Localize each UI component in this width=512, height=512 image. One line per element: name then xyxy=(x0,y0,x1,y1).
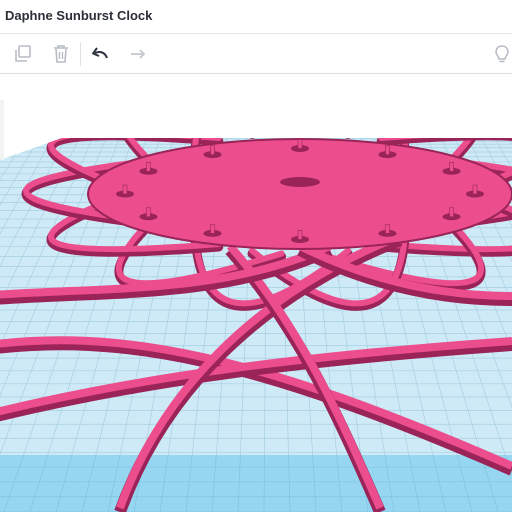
copy-button[interactable] xyxy=(9,40,37,68)
lightbulb-icon xyxy=(495,45,509,63)
hour-marker-post xyxy=(385,224,390,234)
hour-marker-post xyxy=(472,184,478,195)
undo-button[interactable] xyxy=(86,40,114,68)
redo-button[interactable] xyxy=(124,40,152,68)
grid-edge xyxy=(0,455,512,512)
design-title[interactable]: Daphne Sunburst Clock xyxy=(5,8,152,23)
trash-icon xyxy=(54,45,68,63)
hour-marker-post xyxy=(146,207,151,218)
hour-marker-post xyxy=(449,161,454,172)
title-bar: Daphne Sunburst Clock xyxy=(0,0,512,34)
copy-icon xyxy=(15,45,31,62)
hour-marker-post xyxy=(146,161,151,172)
3d-scene[interactable] xyxy=(0,75,512,512)
hour-marker-post xyxy=(297,230,303,240)
view-cube-edge xyxy=(0,100,4,160)
ray-arch xyxy=(192,138,351,149)
delete-button[interactable] xyxy=(47,40,75,68)
hour-marker-post xyxy=(122,184,128,195)
edit-toolbar xyxy=(0,34,512,74)
light-button[interactable] xyxy=(488,40,512,68)
hour-marker-post xyxy=(210,145,215,155)
hour-marker-post xyxy=(297,139,303,149)
hour-marker-post xyxy=(210,224,215,234)
center-hole xyxy=(280,177,320,187)
redo-icon xyxy=(131,49,145,59)
hour-marker-post xyxy=(449,207,454,218)
hour-marker-post xyxy=(385,145,390,155)
ray-arch xyxy=(249,138,408,149)
undo-icon xyxy=(92,47,108,59)
workplane-viewport[interactable] xyxy=(0,75,512,512)
toolbar-divider xyxy=(80,42,81,66)
